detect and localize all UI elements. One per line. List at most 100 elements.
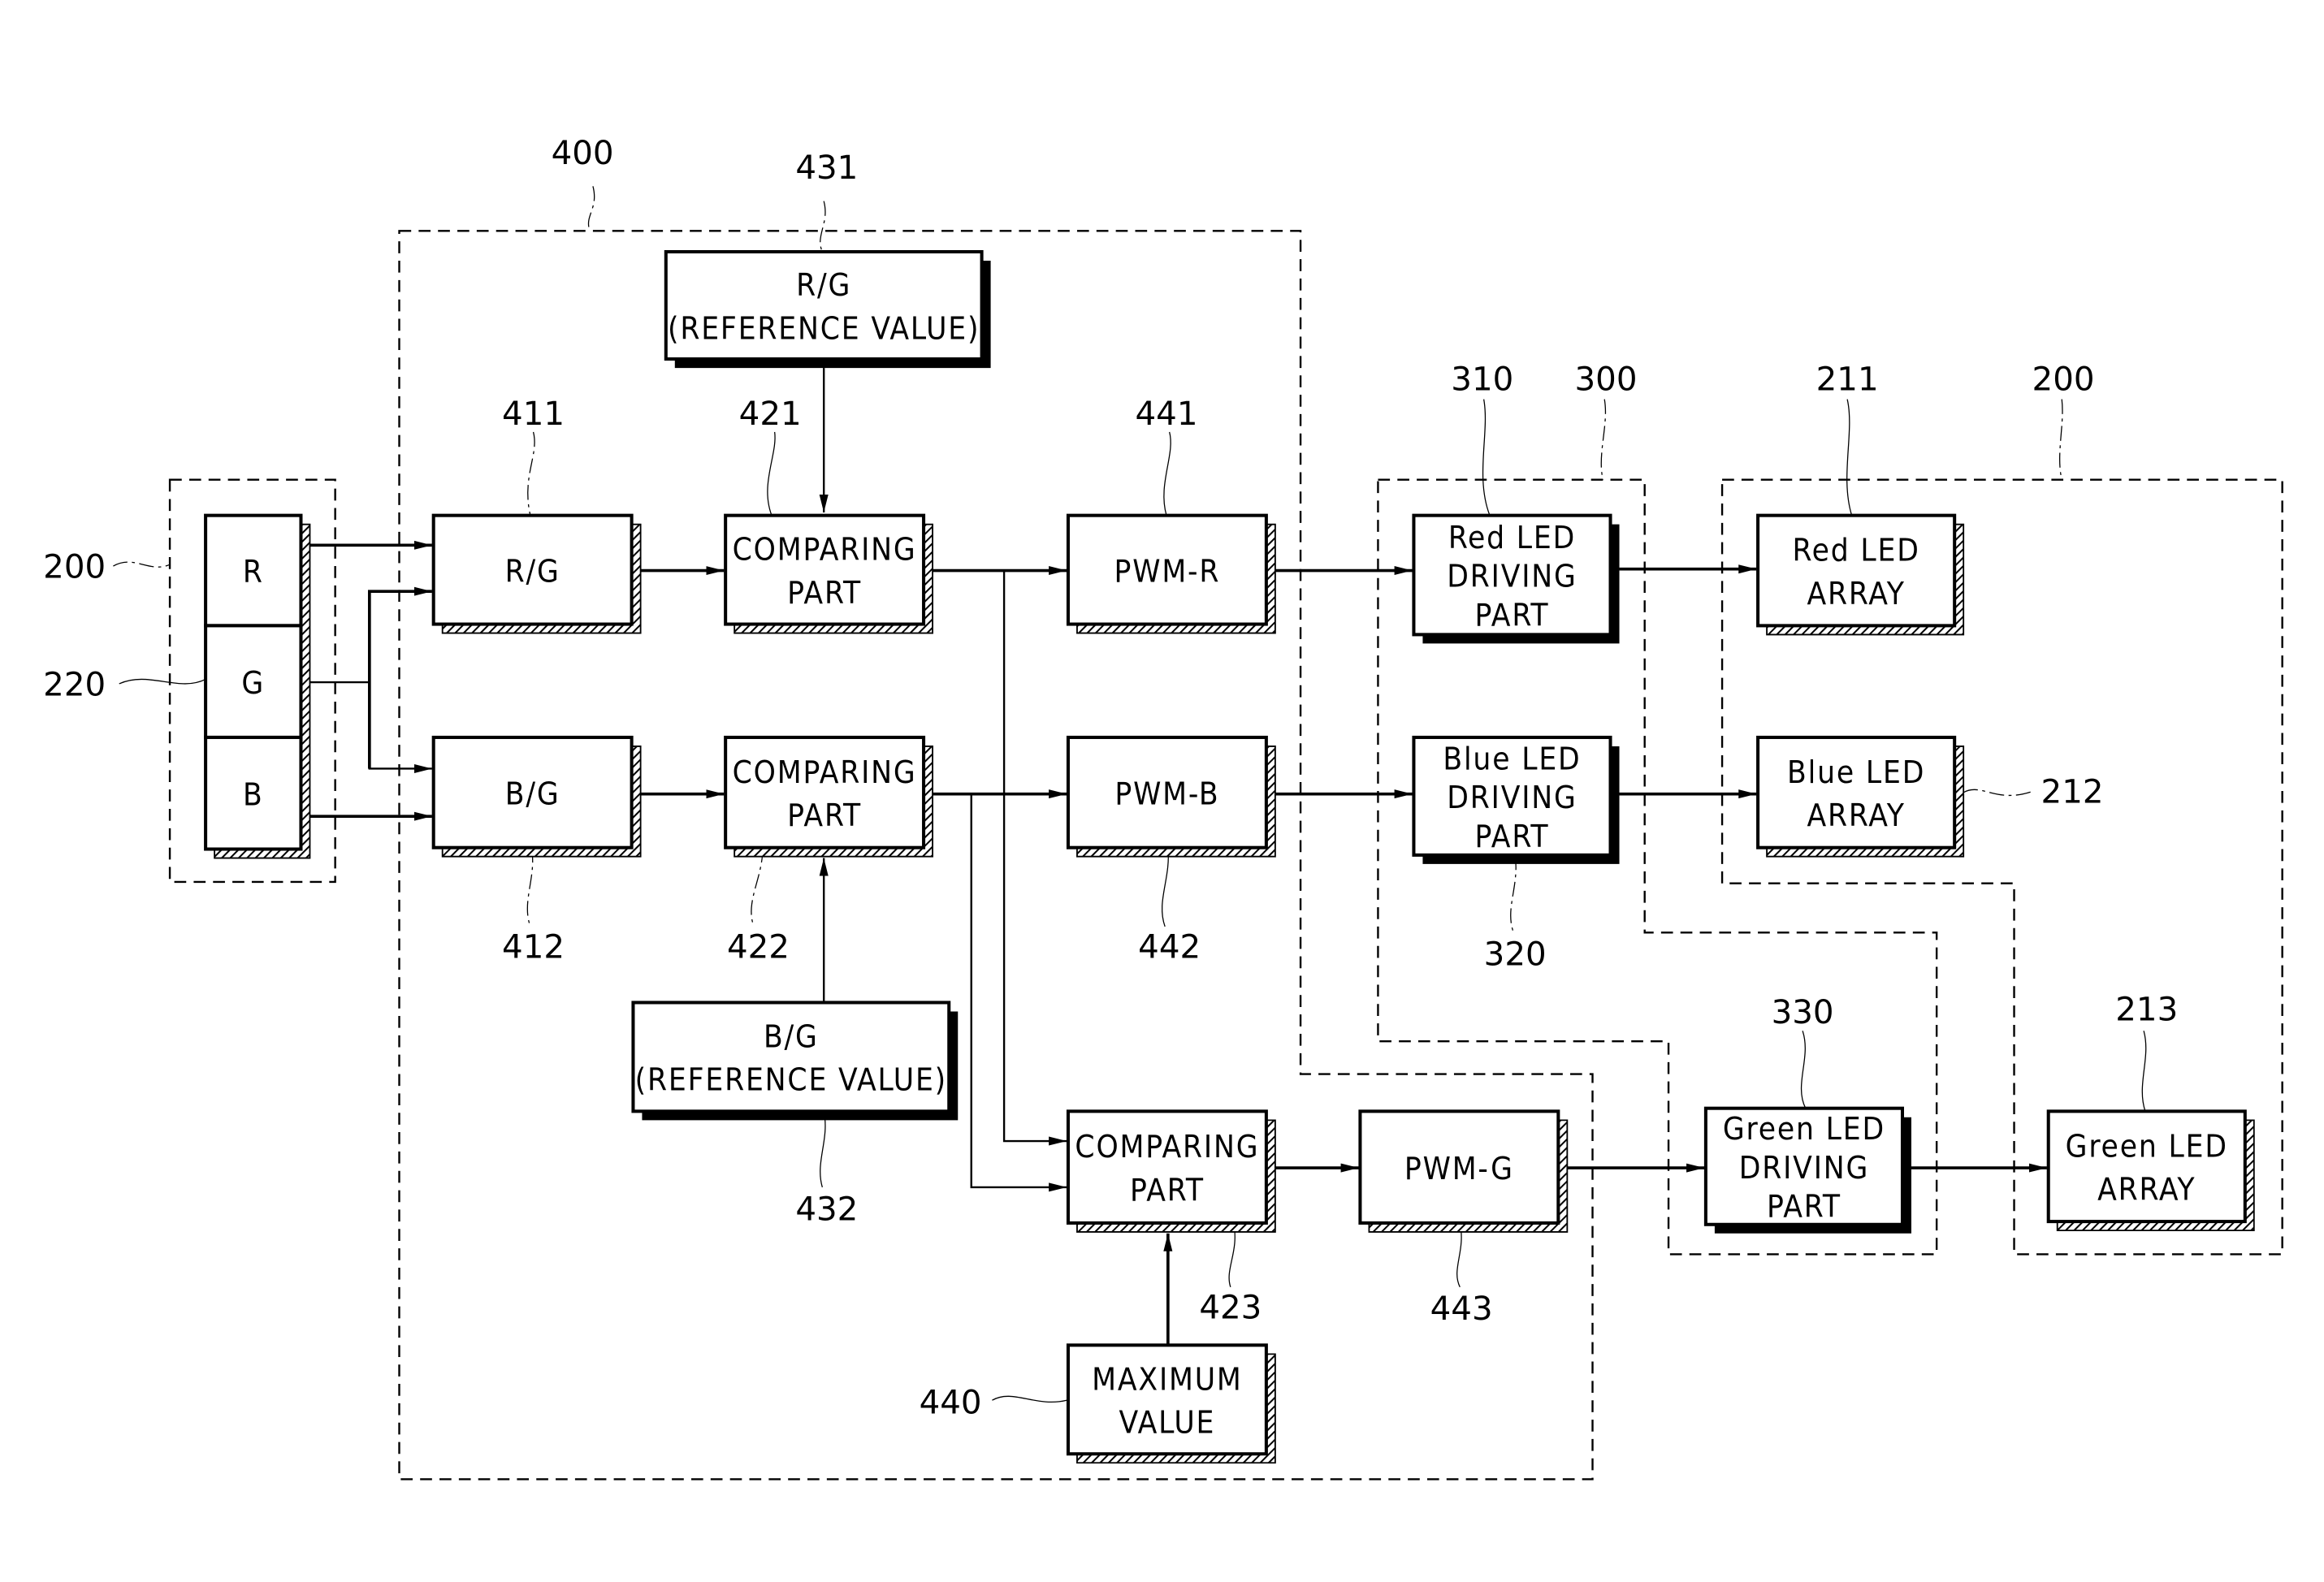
block-label-line: VALUE [1119,1405,1216,1442]
ref-200-right: 200 [2032,361,2095,399]
block-label-line: B/G [505,776,560,813]
leader-212 [1963,789,2034,797]
block-label-line: ARRAY [2097,1172,2196,1208]
leader-421 [767,431,776,516]
leader-211 [1846,399,1853,516]
leader-320 [1510,854,1517,933]
leader-300 [1600,399,1607,480]
ref-432: 432 [795,1190,858,1228]
block-comp-r: COMPARING PART [724,513,933,634]
block-label-line: DRIVING [1447,780,1577,816]
block-pwm-g: PWM-G [1358,1109,1569,1233]
ref-300: 300 [1575,361,1638,399]
ref-330: 330 [1772,993,1834,1031]
ref-431: 431 [795,149,858,187]
block-label-line: DRIVING [1739,1150,1869,1186]
block-bg: B/G [431,735,642,858]
ref-211: 211 [1816,361,1879,399]
ref-442: 442 [1138,927,1201,966]
block-blue-drv: Blue LEDDRIVINGPART [1412,735,1620,864]
leader-310 [1482,399,1491,516]
block-label-line: R/G [505,553,560,590]
block-label-line: Blue LED [1787,754,1925,791]
block-label-line: DRIVING [1447,559,1577,595]
block-label-line: Red LED [1792,533,1919,569]
block-label-line: B [243,776,264,813]
block-label-line: ARRAY [1807,576,1905,612]
ref-320: 320 [1484,936,1547,974]
block-bg-ref: B/G (REFERENCE VALUE) [631,1001,959,1121]
wire-comp-r-to-comp-g [1002,570,1067,1146]
ref-411: 411 [502,395,565,433]
leader-220 [119,678,206,685]
ref-441: 441 [1135,395,1197,433]
leader-200-right [2058,399,2063,480]
block-label-line: Green LED [2066,1128,2228,1165]
block-comp-g: COMPARING PART [1066,1109,1276,1233]
leader-411 [527,431,535,516]
block-label-line: R/G [796,267,851,304]
ref-200-left: 200 [43,548,106,586]
block-label-line: COMPARING [733,532,917,568]
block-label-line: PWM-R [1114,553,1221,590]
block-label-line: (REFERENCE VALUE) [668,310,980,347]
wire-comp-b-to-comp-g [970,793,1067,1192]
block-label-line: R [243,554,264,590]
ref-213: 213 [2115,990,2178,1028]
ref-423: 423 [1199,1288,1262,1326]
block-label-line: Blue LED [1443,741,1581,777]
block-label-line: G [241,665,265,702]
led-control-block-diagram: R G B R/G (REFERENCE VALUE) R/G COMPARING PART P… [43,134,2283,1480]
block-comp-b: COMPARING PART [724,735,933,858]
block-label-line: PART [1475,819,1550,855]
ref-400: 400 [552,134,614,172]
leader-200-left [113,561,171,568]
ref-310: 310 [1451,361,1513,399]
block-label-line: ARRAY [1807,797,1905,834]
leader-440 [992,1395,1067,1403]
leader-330 [1800,1031,1807,1109]
ref-440: 440 [920,1384,982,1422]
block-label-line: PART [787,575,862,612]
ref-443: 443 [1430,1290,1493,1328]
leader-213 [2141,1031,2147,1112]
block-label-line: B/G [764,1018,819,1055]
block-label-line: (REFERENCE VALUE) [635,1062,947,1099]
block-rg: R/G [431,513,642,634]
leader-441 [1163,431,1171,516]
block-label-line: COMPARING [733,754,917,791]
ref-220: 220 [43,666,106,704]
leader-412 [526,847,534,927]
block-pwm-r: PWM-R [1066,513,1276,634]
wire-g-to-rg [367,586,432,769]
block-label-line: MAXIMUM [1092,1361,1242,1398]
block-label-line: Red LED [1448,520,1576,556]
block-label-line: PART [1130,1172,1205,1208]
block-label-line: PWM-B [1114,776,1219,813]
block-green-arr: Green LED ARRAY [2046,1109,2255,1232]
block-label-line: PWM-G [1404,1151,1514,1187]
leader-400 [587,186,595,231]
ref-421: 421 [739,395,802,433]
block-label-line: Green LED [1723,1111,1885,1148]
leader-432 [820,1111,826,1188]
ref-212: 212 [2041,773,2104,811]
block-max: MAXIMUM VALUE [1066,1343,1276,1464]
ref-412: 412 [502,927,565,966]
block-rgb-g: G [204,624,303,739]
block-pwm-b: PWM-B [1066,735,1276,858]
block-rgb-b: B [204,735,303,851]
wire-g-to-bg [368,682,432,773]
block-blue-arr: Blue LED ARRAY [1756,735,1965,858]
leader-422 [751,847,764,927]
block-rgb-r: R [204,513,303,628]
ref-422: 422 [727,927,790,966]
block-label-line: PART [787,797,862,834]
block-rg-ref: R/G (REFERENCE VALUE) [664,249,991,369]
block-green-drv: Green LEDDRIVINGPART [1703,1106,1911,1234]
block-red-drv: Red LEDDRIVINGPART [1412,513,1620,644]
block-label-line: PART [1767,1189,1841,1225]
block-label-line: COMPARING [1075,1129,1259,1165]
block-red-arr: Red LED ARRAY [1756,513,1965,636]
block-label-line: PART [1475,597,1550,633]
